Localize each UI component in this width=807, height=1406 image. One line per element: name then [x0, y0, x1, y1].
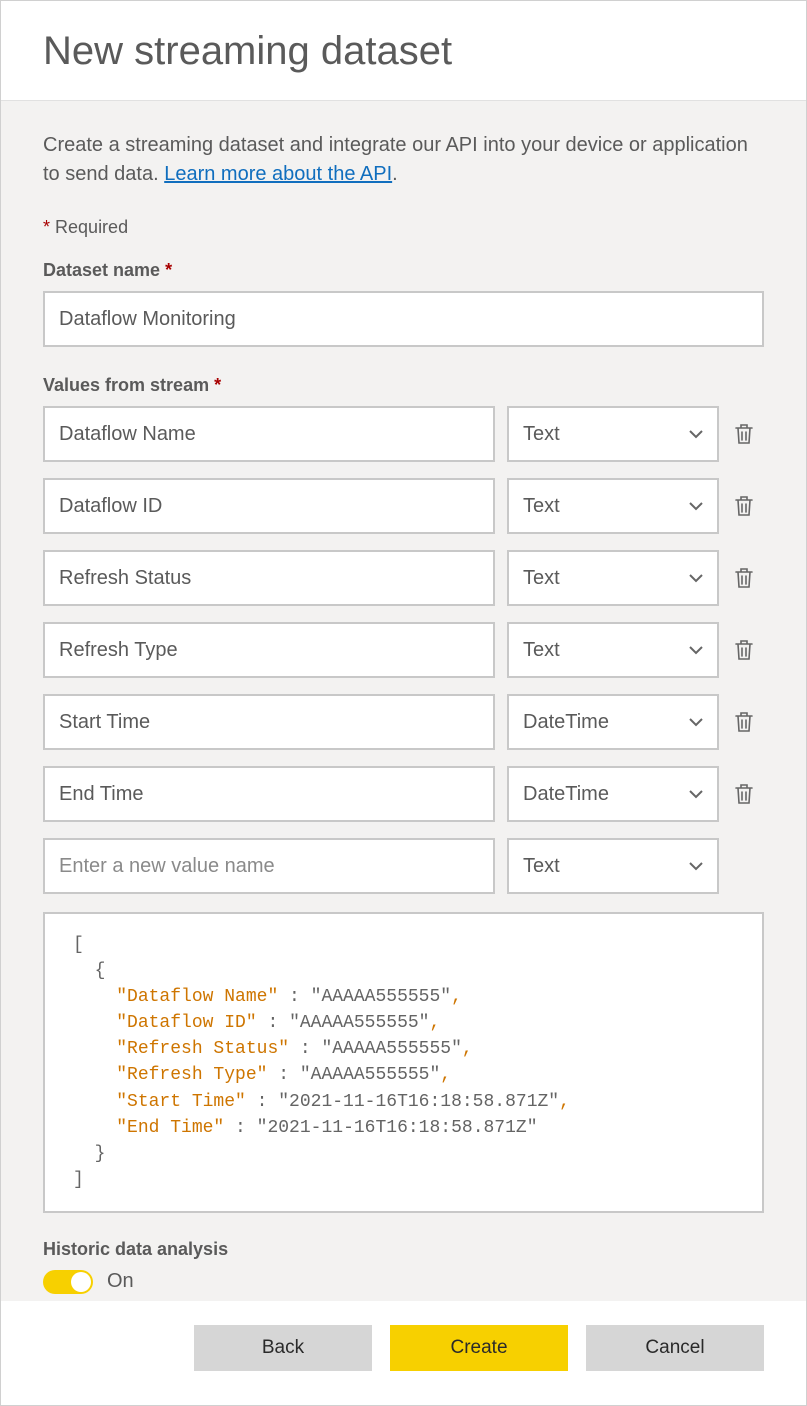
stream-value-row: Text [43, 478, 764, 534]
chevron-down-icon [689, 502, 703, 511]
stream-value-type-select[interactable]: DateTime [507, 694, 719, 750]
stream-value-name-input[interactable] [43, 694, 495, 750]
trash-icon [734, 782, 754, 806]
values-label-text: Values from stream [43, 375, 209, 395]
delete-stream-value-button[interactable] [731, 782, 757, 806]
select-value: Text [523, 423, 560, 446]
page-title: New streaming dataset [43, 29, 764, 74]
back-button[interactable]: Back [194, 1325, 372, 1371]
json-preview: [ { "Dataflow Name" : "AAAAA555555", "Da… [43, 912, 764, 1213]
dialog-header: New streaming dataset [1, 1, 806, 101]
trash-icon [734, 422, 754, 446]
stream-value-row: Text [43, 550, 764, 606]
chevron-down-icon [689, 646, 703, 655]
stream-value-name-input[interactable] [43, 766, 495, 822]
stream-value-row: DateTime [43, 766, 764, 822]
historic-analysis-label: Historic data analysis [43, 1239, 764, 1260]
dataset-name-label-text: Dataset name [43, 260, 160, 280]
toggle-knob [71, 1272, 91, 1292]
dialog-body: Create a streaming dataset and integrate… [1, 101, 806, 1301]
dataset-name-input[interactable] [43, 291, 764, 347]
learn-more-link[interactable]: Learn more about the API [164, 163, 392, 185]
stream-value-row: DateTime [43, 694, 764, 750]
delete-stream-value-button[interactable] [731, 566, 757, 590]
historic-toggle[interactable] [43, 1270, 93, 1294]
historic-toggle-state: On [107, 1270, 134, 1293]
required-asterisk: * [43, 217, 50, 237]
chevron-down-icon [689, 718, 703, 727]
chevron-down-icon [689, 574, 703, 583]
trash-icon [734, 494, 754, 518]
select-value: DateTime [523, 711, 609, 734]
new-stream-value-input[interactable] [43, 838, 495, 894]
select-value: Text [523, 639, 560, 662]
stream-value-row: Text [43, 622, 764, 678]
stream-value-type-select[interactable]: DateTime [507, 766, 719, 822]
required-label: Required [55, 217, 128, 237]
stream-value-type-select[interactable]: Text [507, 406, 719, 462]
trash-icon [734, 566, 754, 590]
stream-value-row: Text [43, 406, 764, 462]
stream-value-name-input[interactable] [43, 478, 495, 534]
stream-value-name-input[interactable] [43, 406, 495, 462]
create-button[interactable]: Create [390, 1325, 568, 1371]
select-value: Text [523, 495, 560, 518]
required-asterisk: * [214, 375, 221, 395]
trash-icon [734, 638, 754, 662]
dataset-name-label: Dataset name * [43, 260, 764, 281]
dialog-footer: Back Create Cancel [1, 1301, 806, 1405]
stream-values-list: Text Text Text Text DateTime DateTime Text [43, 406, 764, 894]
trash-icon [734, 710, 754, 734]
stream-value-name-input[interactable] [43, 622, 495, 678]
chevron-down-icon [689, 430, 703, 439]
select-value: DateTime [523, 783, 609, 806]
delete-stream-value-button[interactable] [731, 422, 757, 446]
select-value: Text [523, 855, 560, 878]
chevron-down-icon [689, 790, 703, 799]
stream-value-type-select[interactable]: Text [507, 478, 719, 534]
intro-paragraph: Create a streaming dataset and integrate… [43, 131, 764, 189]
stream-value-new-row: Text [43, 838, 764, 894]
stream-value-type-select[interactable]: Text [507, 622, 719, 678]
delete-stream-value-button[interactable] [731, 638, 757, 662]
values-from-stream-label: Values from stream * [43, 375, 764, 396]
cancel-button[interactable]: Cancel [586, 1325, 764, 1371]
delete-stream-value-button[interactable] [731, 710, 757, 734]
select-value: Text [523, 567, 560, 590]
stream-value-name-input[interactable] [43, 550, 495, 606]
chevron-down-icon [689, 862, 703, 871]
delete-stream-value-button[interactable] [731, 494, 757, 518]
required-asterisk: * [165, 260, 172, 280]
required-legend: * Required [43, 217, 764, 238]
new-stream-value-type-select[interactable]: Text [507, 838, 719, 894]
stream-value-type-select[interactable]: Text [507, 550, 719, 606]
intro-period: . [392, 163, 398, 185]
historic-toggle-row: On [43, 1270, 764, 1294]
